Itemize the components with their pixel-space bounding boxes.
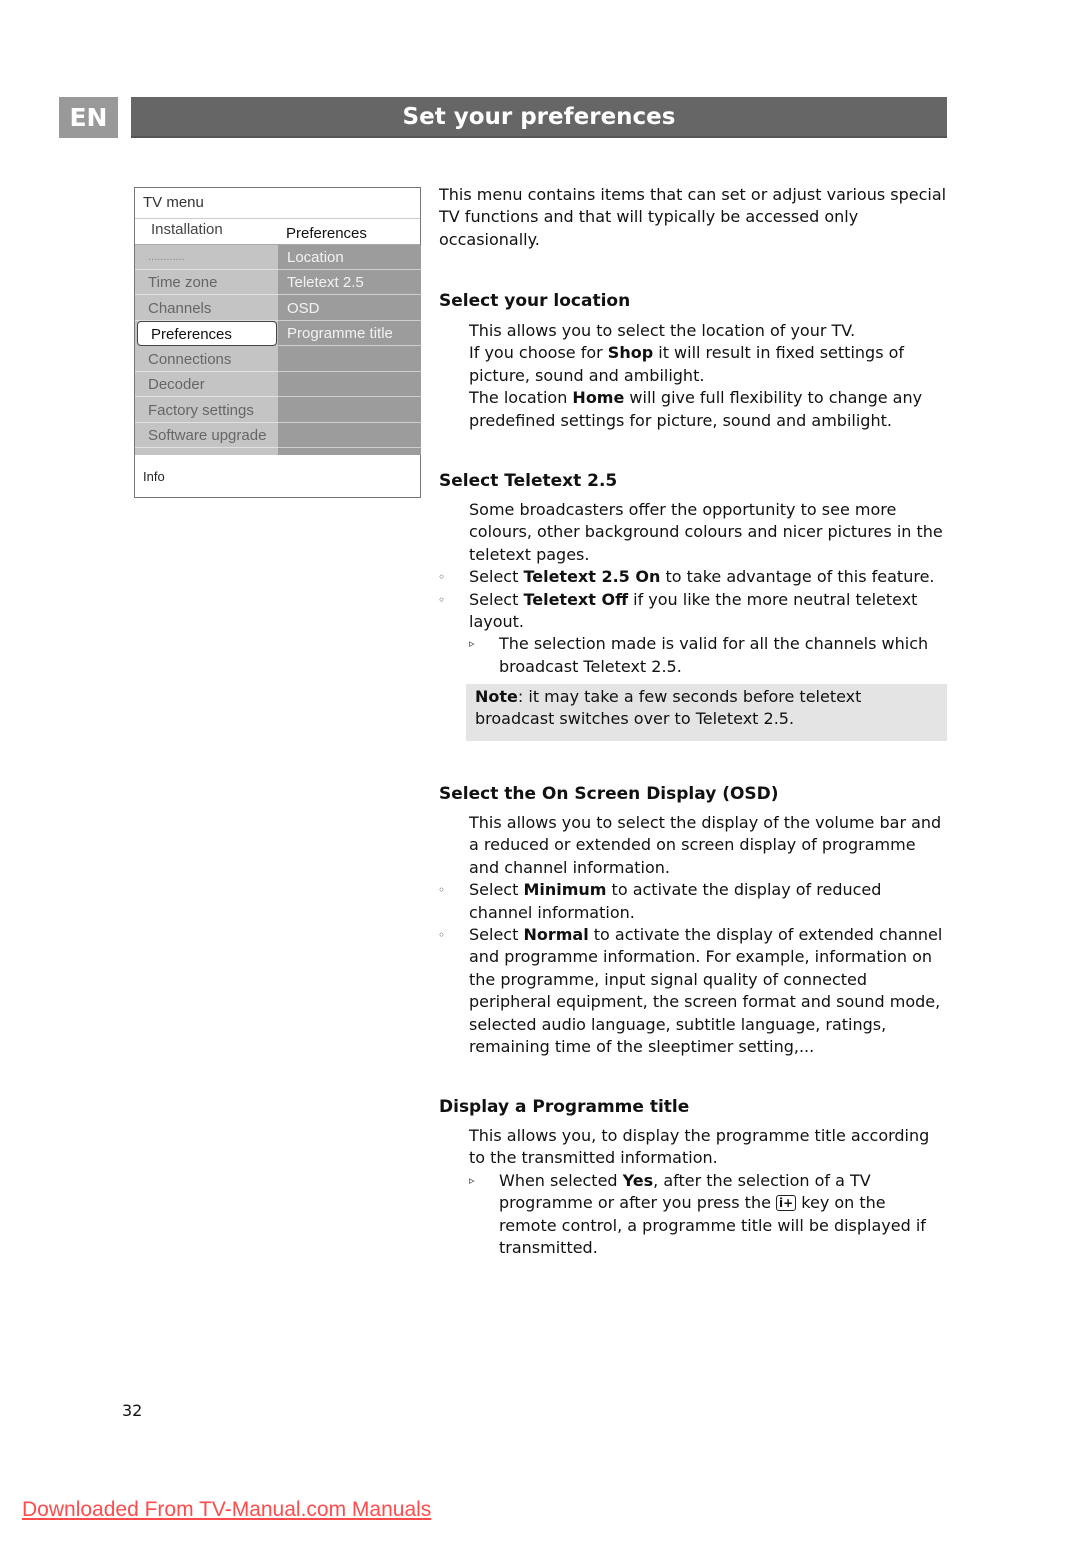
tv-submenu-item-location: Location xyxy=(278,245,421,270)
bullet-icon: ◦ xyxy=(438,592,446,607)
text: The location xyxy=(469,388,573,408)
text: to take advantage of this feature. xyxy=(660,567,935,587)
bullet-item: ◦ Select Minimum to activate the display … xyxy=(438,879,944,924)
bold-text: Yes xyxy=(622,1170,654,1190)
location-body: This allows you to select the location o… xyxy=(469,320,944,432)
tv-menu-breadcrumb-left: Installation xyxy=(151,221,223,238)
tv-menu-item-factory-settings: Factory settings xyxy=(135,398,278,423)
bold-text: Normal xyxy=(523,925,589,945)
tv-submenu-item-programme-title: Programme title xyxy=(278,321,421,346)
text: When selected xyxy=(499,1170,623,1190)
bold-text: Shop xyxy=(607,343,654,363)
tv-menu-item-connections: Connections xyxy=(135,347,278,372)
note-text: : it may take a few seconds before telet… xyxy=(475,687,862,729)
tv-menu-item-preferences: Preferences xyxy=(137,321,277,346)
bold-text: Minimum xyxy=(523,880,607,900)
programme-title-intro: This allows you, to display the programm… xyxy=(469,1126,930,1168)
text: Select xyxy=(469,567,524,587)
intro-text: This menu contains items that can set or… xyxy=(439,185,947,249)
teletext-intro: Some broadcasters offer the opportunity … xyxy=(469,500,943,564)
tv-submenu-item-empty xyxy=(278,423,421,448)
heading-select-teletext: Select Teletext 2.5 xyxy=(439,471,618,491)
info-plus-key-icon: i+ xyxy=(776,1195,797,1212)
tv-menu-left-column: ............ Time zone Channels Preferen… xyxy=(135,245,278,455)
text: to activate the display of extended chan… xyxy=(469,925,943,1057)
text: Select xyxy=(469,589,524,609)
bullet-icon: ◦ xyxy=(438,928,446,943)
sub-item: ▹ The selection made is valid for all the… xyxy=(469,633,944,678)
bold-text: Teletext 2.5 On xyxy=(523,567,661,587)
bullet-item: ◦ Select Normal to activate the display o… xyxy=(438,924,944,1058)
osd-intro: This allows you to select the display of… xyxy=(469,813,942,877)
text: Select xyxy=(469,880,524,900)
intro-paragraph: This menu contains items that can set or… xyxy=(439,184,949,251)
bullet-icon: ◦ xyxy=(438,570,446,585)
location-line3: The location Home will give full flexibi… xyxy=(469,387,944,432)
tv-submenu-item-empty xyxy=(278,398,421,423)
location-line1: This allows you to select the location o… xyxy=(469,321,856,340)
triangle-right-icon: ▹ xyxy=(469,637,475,651)
bold-text: Teletext Off xyxy=(523,589,629,609)
tv-menu-right-column: Location Teletext 2.5 OSD Programme titl… xyxy=(278,245,421,455)
tv-menu-title: TV menu xyxy=(143,194,204,211)
heading-programme-title: Display a Programme title xyxy=(439,1097,690,1117)
triangle-right-icon: ▹ xyxy=(469,1173,475,1187)
divider xyxy=(135,218,420,219)
note-box: Note: it may take a few seconds before t… xyxy=(466,684,947,741)
tv-menu-info: Info xyxy=(143,469,165,484)
bullet-item: ◦ Select Teletext Off if you like the mor… xyxy=(438,589,944,634)
bullet-item: ◦ Select Teletext 2.5 On to take advantag… xyxy=(438,566,944,588)
tv-submenu-item-empty xyxy=(278,372,421,397)
note-label: Note xyxy=(475,687,518,706)
text: The selection made is valid for all the … xyxy=(499,634,929,676)
location-line2: If you choose for Shop it will result in… xyxy=(469,342,944,387)
tv-submenu-item-teletext: Teletext 2.5 xyxy=(278,270,421,295)
text: If you choose for xyxy=(469,343,608,363)
heading-select-location: Select your location xyxy=(439,291,631,311)
teletext-body: Some broadcasters offer the opportunity … xyxy=(438,499,944,678)
sub-item: ▹ When selected Yes, after the selection … xyxy=(469,1170,944,1260)
language-tab: EN xyxy=(59,97,118,138)
programme-title-body: This allows you, to display the programm… xyxy=(469,1125,944,1259)
tv-menu-item-time-zone: Time zone xyxy=(135,270,278,295)
tv-menu-item: ............ xyxy=(135,245,278,270)
page-number: 32 xyxy=(122,1401,143,1420)
tv-submenu-item-empty xyxy=(278,347,421,372)
bullet-icon: ◦ xyxy=(438,883,446,898)
page-title: Set your preferences xyxy=(131,97,947,138)
tv-submenu-item-osd: OSD xyxy=(278,296,421,321)
bold-text: Home xyxy=(572,388,625,408)
osd-body: This allows you to select the display of… xyxy=(438,812,944,1058)
download-source-link[interactable]: Downloaded From TV-Manual.com Manuals xyxy=(22,1498,431,1522)
heading-select-osd: Select the On Screen Display (OSD) xyxy=(439,784,779,804)
tv-menu-item-decoder: Decoder xyxy=(135,372,278,397)
tv-menu-item-channels: Channels xyxy=(135,296,278,321)
tv-menu-item-software-upgrade: Software upgrade xyxy=(135,423,278,448)
text: Select xyxy=(469,925,524,945)
tv-menu-illustration: TV menu Installation Preferences .......… xyxy=(134,187,421,498)
tv-menu-breadcrumb-right: Preferences xyxy=(286,225,367,242)
